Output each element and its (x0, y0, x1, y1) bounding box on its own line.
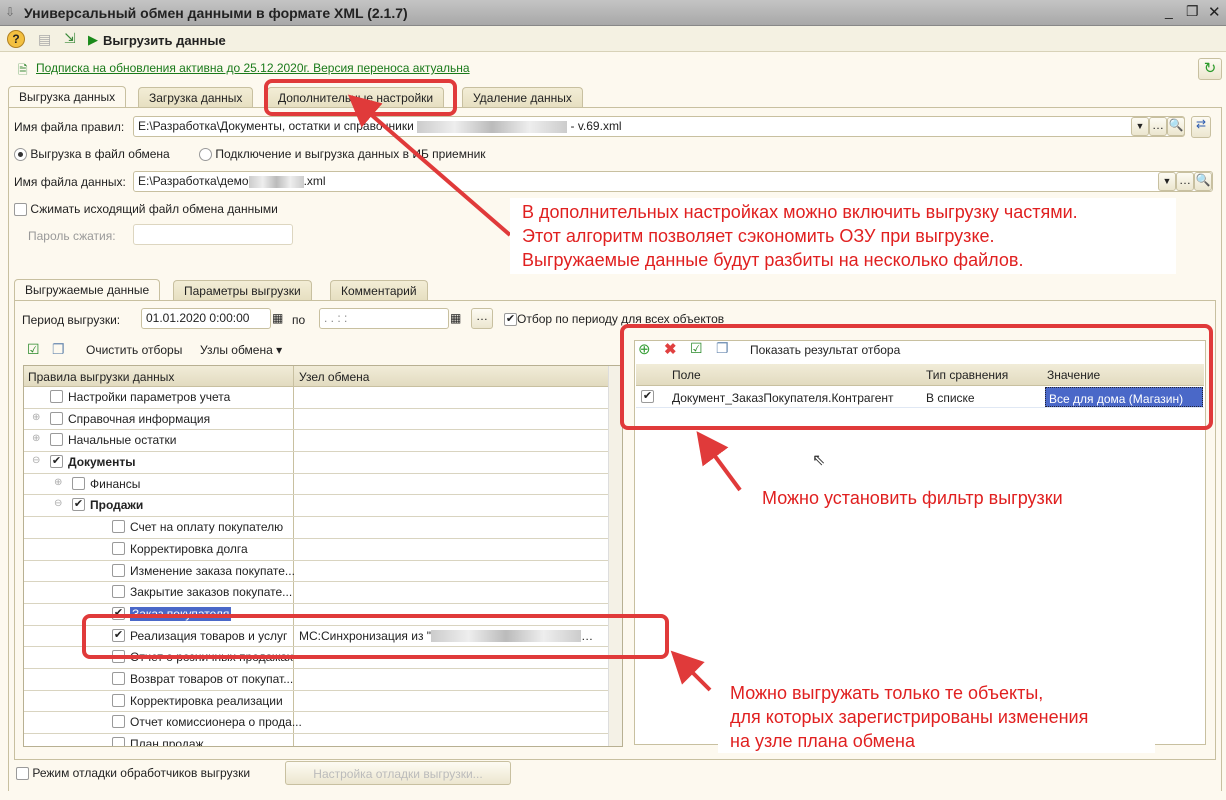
note-filter: Можно установить фильтр выгрузки (762, 488, 1063, 508)
note-line: для которых зарегистрированы изменения (730, 707, 1089, 727)
note-line: на узле плана обмена (730, 731, 915, 751)
annotation-arrows (347, 94, 742, 692)
arrow-to-row (670, 650, 712, 692)
note-line: Выгружаемые данные будут разбиты на неск… (522, 250, 1024, 270)
note-line: Этот алгоритм позволяет сэкономить ОЗУ п… (522, 226, 995, 246)
note-line: Можно выгружать только те объекты, (730, 683, 1044, 703)
note-line: В дополнительных настройках можно включи… (522, 202, 1078, 222)
arrow-to-tab (347, 94, 512, 237)
note-changes-only: Можно выгружать только те объекты, для к… (718, 681, 1155, 753)
arrow-to-filter (696, 431, 742, 492)
note-partial-export: В дополнительных настройках можно включи… (510, 198, 1176, 274)
